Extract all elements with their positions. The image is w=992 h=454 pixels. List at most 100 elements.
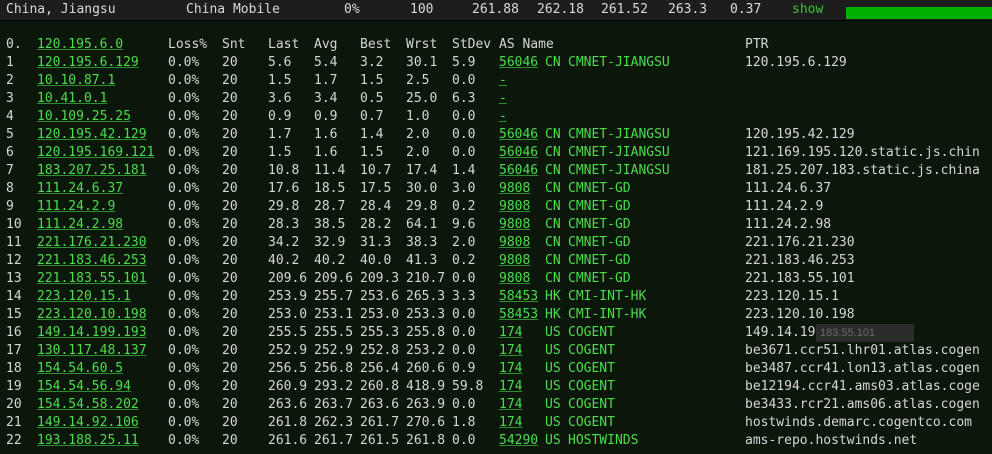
col-num: 0. [6,37,22,52]
hop-host[interactable]: 223.120.15.1 [37,288,131,306]
hop-asn[interactable]: - [499,108,507,126]
show-link[interactable]: show [792,2,823,17]
hop-asn[interactable]: 9808 [499,198,530,216]
hop-asn[interactable]: 9808 [499,180,530,198]
hop-number: 4 [6,109,14,124]
hop-country: CN [545,181,561,196]
hop-asname: CMNET-GD [568,199,631,214]
hop-host[interactable]: 223.120.10.198 [37,306,147,324]
hop-ptr: hostwinds.demarc.cogentco.com [745,415,972,430]
hop-stdev: 0.0 [452,271,476,286]
hop-asn[interactable]: 174 [499,414,522,432]
hop-loss: 0.0% [168,307,200,322]
hop-sent: 20 [222,55,238,70]
hop-ptr: 120.195.42.129 [745,127,855,142]
hop-best: 253.0 [360,307,400,322]
hop-number: 14 [6,289,22,304]
hop-ptr: 121.169.195.120.static.js.chin [745,145,980,160]
hop-asn[interactable]: 56046 [499,144,538,162]
hop-host[interactable]: 10.41.0.1 [37,90,107,108]
hop-ptr: ams-repo.hostwinds.net [745,433,918,448]
hop-asn[interactable]: 174 [499,360,522,378]
hop-loss: 0.0% [168,199,200,214]
hop-host[interactable]: 154.54.56.94 [37,378,131,396]
hop-asn[interactable]: 58453 [499,288,538,306]
hop-host[interactable]: 193.188.25.11 [37,432,139,450]
hop-best: 1.5 [360,145,384,160]
hop-loss: 0.0% [168,127,200,142]
hop-host[interactable]: 221.176.21.230 [37,234,147,252]
hop-asn[interactable]: - [499,90,507,108]
hop-host[interactable]: 221.183.55.101 [37,270,147,288]
hop-stdev: 0.2 [452,199,476,214]
hop-host[interactable]: 10.10.87.1 [37,72,115,90]
hop-sent: 20 [222,325,238,340]
hop-last: 34.2 [268,235,300,250]
hop-stdev: 5.9 [452,55,476,70]
hop-host[interactable]: 154.54.60.5 [37,360,123,378]
hop-asn[interactable]: 174 [499,324,522,342]
hop-asname: CMNET-JIANGSU [568,145,670,160]
hop-asn[interactable]: 56046 [499,54,538,72]
hop-host[interactable]: 111.24.2.98 [37,216,123,234]
hop-loss: 0.0% [168,361,200,376]
hop-host[interactable]: 10.109.25.25 [37,108,131,126]
hop-host[interactable]: 120.195.169.121 [37,144,154,162]
hop-asn[interactable]: 174 [499,342,522,360]
hop-asname: CMNET-JIANGSU [568,127,670,142]
table-row: 21 149.14.92.106 0.0% 20 261.8 262.3 261.7 270.… [0,414,992,432]
hop-asn[interactable]: 54290 [499,432,538,450]
hop-host[interactable]: 120.195.6.129 [37,54,139,72]
hop-host[interactable]: 120.195.42.129 [37,126,147,144]
hop-loss: 0.0% [168,271,200,286]
hop-avg: 255.7 [314,289,354,304]
hop-sent: 20 [222,181,238,196]
hop-worst: 255.8 [406,325,446,340]
hop-asn[interactable]: 9808 [499,234,530,252]
mtr-table: 0. 120.195.6.0 Loss% Snt Last Avg Best W… [0,21,992,454]
hop-asn[interactable]: 9808 [499,216,530,234]
hop-loss: 0.0% [168,343,200,358]
hop-best: 263.6 [360,397,400,412]
col-snt: Snt [222,37,246,52]
hop-sent: 20 [222,271,238,286]
hop-avg: 1.7 [314,73,338,88]
hop-worst: 1.0 [406,109,430,124]
hop-sent: 20 [222,307,238,322]
hop-host[interactable]: 111.24.2.9 [37,198,115,216]
table-row: 17 130.117.48.137 0.0% 20 252.9 252.9 252.8 253… [0,342,992,360]
hop-asn[interactable]: 58453 [499,306,538,324]
hop-ptr: 120.195.6.129 [745,55,847,70]
hop-host[interactable]: 149.14.199.193 [37,324,147,342]
hop-stdev: 0.0 [452,307,476,322]
hop-best: 28.2 [360,217,392,232]
hop-asn[interactable]: 56046 [499,126,538,144]
hop-best: 209.3 [360,271,400,286]
col-host[interactable]: 120.195.6.0 [37,36,123,54]
hop-asname: CMNET-GD [568,181,631,196]
hop-sent: 20 [222,199,238,214]
hop-asn[interactable]: 174 [499,396,522,414]
hop-host[interactable]: 130.117.48.137 [37,342,147,360]
hop-worst: 64.1 [406,217,438,232]
hop-avg: 261.7 [314,433,354,448]
hop-asn[interactable]: 56046 [499,162,538,180]
summary-bar: China, Jiangsu China Mobile 0% 100 261.8… [0,0,992,20]
hop-asn[interactable]: 174 [499,378,522,396]
hop-sent: 20 [222,433,238,448]
hop-avg: 209.6 [314,271,354,286]
summary-loss: 0% [344,2,360,17]
hop-best: 256.4 [360,361,400,376]
hop-host[interactable]: 183.207.25.181 [37,162,147,180]
hop-sent: 20 [222,235,238,250]
hop-host[interactable]: 149.14.92.106 [37,414,139,432]
table-row: 13 221.183.55.101 0.0% 20 209.6 209.6 209.3 210… [0,270,992,288]
hop-asn[interactable]: 9808 [499,270,530,288]
hop-host[interactable]: 154.54.58.202 [37,396,139,414]
hop-host[interactable]: 111.24.6.37 [37,180,123,198]
col-best: Best [360,37,392,52]
hop-asn[interactable]: - [499,72,507,90]
hop-host[interactable]: 221.183.46.253 [37,252,147,270]
hop-asn[interactable]: 9808 [499,252,530,270]
table-row: 14 223.120.15.1 0.0% 20 253.9 255.7 253.6 265.3… [0,288,992,306]
